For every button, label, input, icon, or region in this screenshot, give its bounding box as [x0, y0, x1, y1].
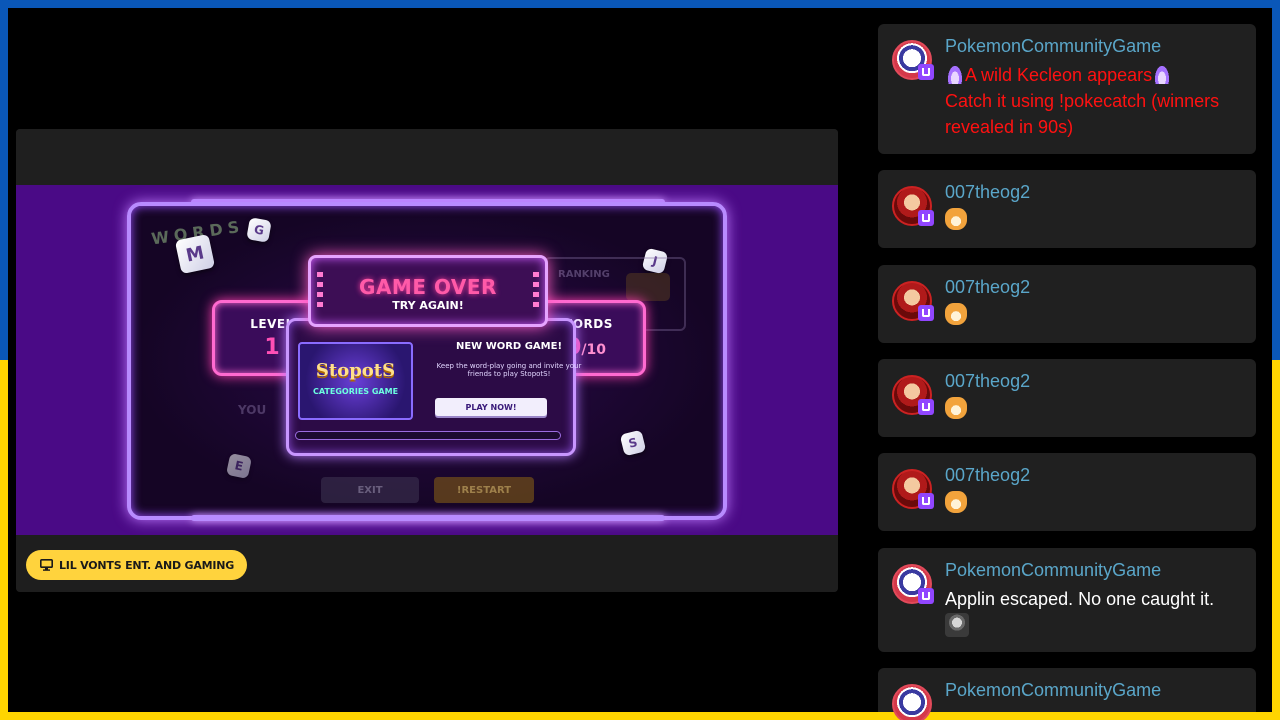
chat-message: 007theog2 — [878, 265, 1256, 343]
chat-message: PokemonCommunityGame Applin escaped. No … — [878, 548, 1256, 652]
game-footer: LIL VONTS ENT. AND GAMING — [16, 535, 838, 592]
chat-username[interactable]: 007theog2 — [945, 277, 1030, 298]
monitor-icon — [40, 559, 53, 571]
chat-text: A wild Kecleon appears Catch it using !p… — [945, 62, 1235, 140]
chat-username[interactable]: 007theog2 — [945, 182, 1030, 203]
channel-badge[interactable]: LIL VONTS ENT. AND GAMING — [26, 550, 248, 580]
stage-trim-bottom — [191, 515, 665, 521]
twitch-icon — [918, 305, 934, 321]
twitch-icon — [918, 493, 934, 509]
chat-username[interactable]: PokemonCommunityGame — [945, 680, 1161, 701]
play-now-button[interactable]: PLAY NOW! — [435, 398, 547, 416]
game-over-title: GAME OVER — [359, 275, 497, 299]
header-lights — [317, 272, 323, 312]
dog-emote-icon — [945, 303, 967, 325]
chat-username[interactable]: PokemonCommunityGame — [945, 560, 1161, 581]
ranking-chip — [626, 273, 670, 301]
chat-text-line: Applin escaped. No one caught it. — [945, 589, 1215, 609]
chat-message: 007theog2 — [878, 453, 1256, 531]
letter-die: G — [246, 217, 272, 243]
purple-flame-icon — [948, 66, 962, 84]
ranking-label: RANKING — [558, 269, 610, 280]
exit-button-faded: EXIT — [321, 477, 419, 503]
twitch-icon — [918, 210, 934, 226]
avatar — [892, 684, 932, 720]
chat-message: 007theog2 — [878, 170, 1256, 248]
stopots-logo: StopotS — [315, 360, 396, 381]
chat-username[interactable]: PokemonCommunityGame — [945, 36, 1161, 57]
stopots-subtitle: CATEGORIES GAME — [312, 387, 399, 396]
chat-text: Applin escaped. No one caught it. — [945, 586, 1235, 638]
purple-flame-icon — [1155, 66, 1170, 84]
letter-die: M — [174, 233, 216, 275]
chat-username[interactable]: 007theog2 — [945, 465, 1030, 486]
promo-title: NEW WORD GAME! — [455, 341, 562, 352]
you-label-faded: YOU — [238, 403, 267, 417]
game-stage[interactable]: WORDS M G J S E RANKING YOU EXIT !RESTAR… — [16, 185, 838, 535]
channel-name: LIL VONTS ENT. AND GAMING — [59, 558, 235, 572]
chat-text-line: Catch it using !pokecatch (winners revea… — [945, 91, 1220, 137]
dog-emote-icon — [945, 208, 967, 230]
chat-text-line: A wild Kecleon appears — [965, 65, 1153, 85]
game-topbar — [16, 129, 838, 185]
game-over-header: GAME OVER TRY AGAIN! — [308, 255, 548, 327]
chat-message: PokemonCommunityGame A wild Kecleon appe… — [878, 24, 1256, 154]
twitch-icon — [918, 588, 934, 604]
game-over-subtitle: TRY AGAIN! — [392, 299, 464, 312]
dog-emote-icon — [945, 397, 967, 419]
dog-emote-icon — [945, 491, 967, 513]
header-lights — [533, 272, 539, 312]
chat-username[interactable]: 007theog2 — [945, 371, 1030, 392]
twitch-icon — [918, 399, 934, 415]
game-card: WORDS M G J S E RANKING YOU EXIT !RESTAR… — [16, 129, 838, 592]
stopots-promo-card[interactable]: StopotS CATEGORIES GAME — [298, 342, 413, 420]
twitch-icon — [918, 64, 934, 80]
words-total: /10 — [581, 342, 606, 358]
chat-message: 007theog2 — [878, 359, 1256, 437]
progress-track — [295, 431, 561, 440]
restart-button-faded: !RESTART — [434, 477, 534, 503]
chat-message: PokemonCommunityGame — [878, 668, 1256, 720]
skull-emote-icon — [945, 613, 969, 637]
promo-text: Keep the word-play going and invite your… — [436, 362, 582, 378]
